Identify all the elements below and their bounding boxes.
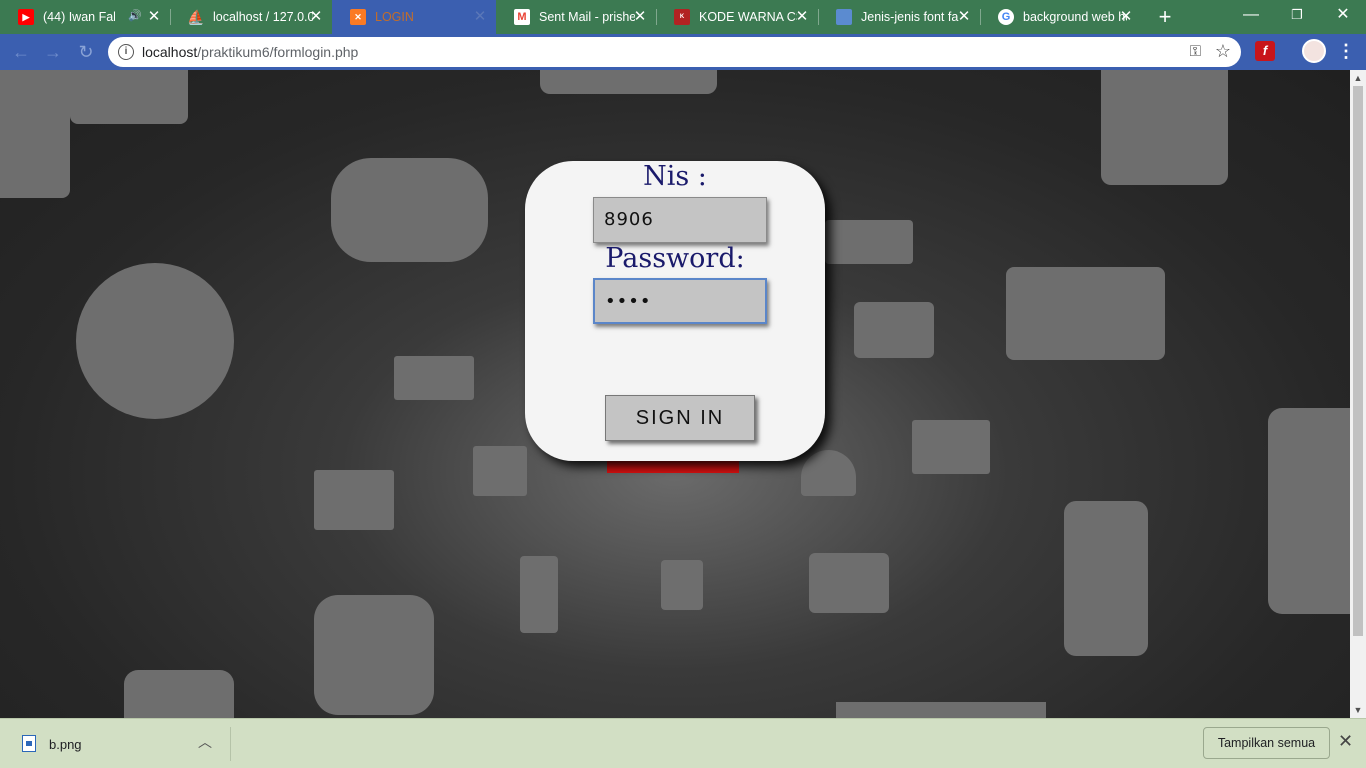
- tab-kode-warna[interactable]: K KODE WARNA CSS ✕: [656, 0, 818, 34]
- close-tab-icon[interactable]: ✕: [794, 9, 810, 25]
- flash-extension-icon[interactable]: f: [1255, 41, 1275, 61]
- new-tab-button[interactable]: +: [1152, 4, 1178, 30]
- key-icon[interactable]: ⚿: [1190, 43, 1201, 60]
- tab-youtube[interactable]: ▶ (44) Iwan Fals - Bongkar 🔊 ✕: [0, 0, 170, 34]
- speaker-device-icon: [314, 595, 434, 715]
- close-window-button[interactable]: ✕: [1320, 0, 1366, 32]
- password-label: Password:: [605, 243, 745, 274]
- nis-label: Nis :: [643, 161, 707, 192]
- ipod-icon: [1268, 408, 1350, 614]
- scroll-down-arrow[interactable]: ▼: [1350, 702, 1366, 718]
- password-input[interactable]: ••••: [593, 278, 767, 324]
- gmail-icon: M: [514, 9, 530, 25]
- page-scrollbar[interactable]: ▲ ▼: [1350, 70, 1366, 718]
- tab-google[interactable]: G background web hd ✕: [980, 0, 1142, 34]
- close-icon[interactable]: ✕: [1338, 731, 1353, 752]
- tab-title: LOGIN: [375, 10, 414, 24]
- headphones-icon: [801, 450, 856, 496]
- close-tab-icon[interactable]: ✕: [146, 9, 162, 25]
- sign-in-button[interactable]: SIGN IN: [605, 395, 755, 441]
- tab-title: background web hd: [1023, 10, 1127, 24]
- back-button[interactable]: ←: [9, 40, 33, 64]
- tab-title: (44) Iwan Fals - Bongkar: [43, 10, 115, 24]
- device-silhouette: [836, 702, 1046, 718]
- device-silhouette: [540, 70, 717, 94]
- camera-icon: [809, 553, 889, 613]
- gamepad-icon: [331, 158, 488, 262]
- computer-icon: [394, 356, 474, 400]
- tab-font-family[interactable]: Jenis-jenis font family ✕: [818, 0, 980, 34]
- address-bar[interactable]: i localhost/praktikum6/formlogin.php ⚿ ☆: [108, 37, 1241, 67]
- star-icon[interactable]: ☆: [1215, 41, 1231, 62]
- xampp-icon: ✕: [350, 9, 366, 25]
- nis-input[interactable]: 8906: [593, 197, 767, 243]
- speaker-icon[interactable]: 🔊: [128, 9, 142, 22]
- tab-phpmyadmin[interactable]: ⛵ localhost / 127.0.0.1 ✕: [170, 0, 332, 34]
- disc-icon: [76, 263, 234, 419]
- tab-title: Sent Mail - prishe: [539, 10, 635, 24]
- tab-gmail[interactable]: M Sent Mail - prishe ✕: [496, 0, 656, 34]
- profile-avatar[interactable]: [1302, 39, 1326, 63]
- network-port-icon: [314, 470, 394, 530]
- laptop-icon: [912, 420, 990, 474]
- close-tab-icon[interactable]: ✕: [956, 9, 972, 25]
- tab-strip: ▶ (44) Iwan Fals - Bongkar 🔊 ✕ ⛵ localho…: [0, 0, 1366, 34]
- device-silhouette: [0, 70, 70, 198]
- reload-button[interactable]: ↻: [74, 40, 98, 64]
- forward-button[interactable]: →: [41, 40, 65, 64]
- tablet-icon: [854, 302, 934, 358]
- scroll-thumb[interactable]: [1353, 86, 1363, 636]
- monitor-icon: [836, 9, 852, 25]
- image-file-icon: [22, 735, 36, 752]
- download-shelf: b.png ︿ Tampilkan semua ✕: [0, 718, 1366, 768]
- tab-login[interactable]: ✕ LOGIN ✕: [332, 0, 496, 34]
- close-tab-icon[interactable]: ✕: [308, 9, 324, 25]
- google-icon: G: [998, 9, 1014, 25]
- console-icon: [520, 556, 558, 633]
- printer-icon: [473, 446, 527, 496]
- phone-icon: [1064, 501, 1148, 656]
- phpmyadmin-icon: ⛵: [187, 8, 205, 25]
- login-form: Nis : 8906 Password: •••• SIGN IN: [525, 161, 825, 461]
- scroll-up-arrow[interactable]: ▲: [1350, 70, 1366, 86]
- browser-toolbar: ← → ↻ i localhost/praktikum6/formlogin.p…: [0, 34, 1366, 70]
- close-tab-icon[interactable]: ✕: [632, 9, 648, 25]
- red-accent-bar: [607, 461, 739, 473]
- phone-icon: [124, 670, 234, 718]
- calculator-icon: [1101, 70, 1228, 185]
- info-icon[interactable]: i: [118, 44, 134, 60]
- site-icon: K: [674, 9, 690, 25]
- tab-title: Jenis-jenis font family: [861, 10, 959, 24]
- router-icon: [825, 220, 913, 264]
- chevron-up-icon[interactable]: ︿: [198, 732, 212, 752]
- show-all-button[interactable]: Tampilkan semua: [1203, 727, 1330, 759]
- menu-icon[interactable]: ⋮: [1336, 41, 1356, 61]
- minimize-button[interactable]: —: [1228, 0, 1274, 32]
- restore-button[interactable]: ❐: [1274, 0, 1320, 32]
- download-file-name[interactable]: b.png: [49, 737, 82, 752]
- keyboard-icon: [1006, 267, 1165, 360]
- tab-title: localhost / 127.0.0.1: [213, 10, 313, 24]
- close-tab-icon[interactable]: ✕: [472, 9, 488, 25]
- tab-title: KODE WARNA CSS: [699, 10, 797, 24]
- youtube-icon: ▶: [18, 9, 34, 25]
- ebook-icon: [661, 560, 703, 610]
- url-text[interactable]: localhost/praktikum6/formlogin.php: [142, 44, 358, 60]
- device-silhouette: [70, 70, 188, 124]
- close-tab-icon[interactable]: ✕: [1118, 9, 1134, 25]
